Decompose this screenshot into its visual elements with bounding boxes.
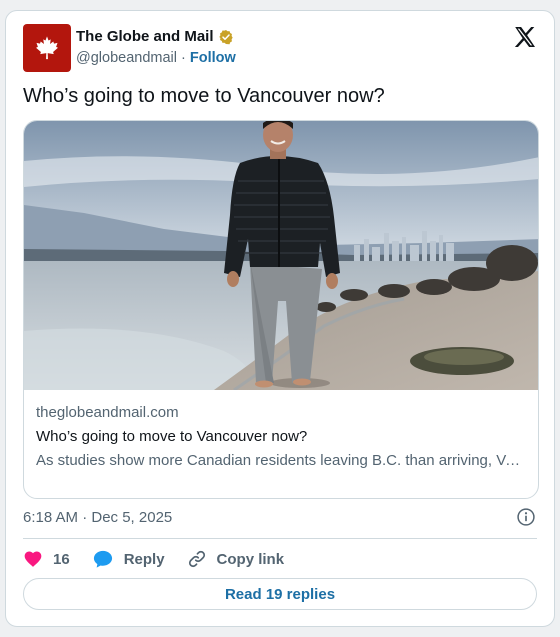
read-replies-button[interactable]: Read 19 replies [23,578,537,610]
link-icon [188,550,205,568]
tweet-timestamp[interactable]: 6:18 AM · Dec 5, 2025 [23,509,172,526]
maple-leaf-icon [36,36,58,60]
heart-icon [24,551,42,567]
like-count: 16 [53,550,70,568]
link-description-text: As studies show more Canadian residents … [36,452,526,469]
link-domain: theglobeandmail.com [36,404,179,421]
action-bar: 16 Reply Copy link [23,548,306,570]
verified-badge-icon [218,29,234,45]
reply-label: Reply [123,550,165,568]
info-icon[interactable] [516,507,536,532]
separator-dot: · [181,50,186,66]
account-name[interactable]: The Globe and Mail [76,28,214,45]
link-description: As studies show more Canadian residents … [36,451,526,471]
copy-link-label: Copy link [216,550,285,568]
link-title[interactable]: Who’s going to move to Vancouver now? [36,428,526,445]
follow-button[interactable]: Follow [190,50,236,66]
avatar[interactable] [23,24,71,72]
tweet-card: The Globe and Mail @globeandmail · Follo… [5,10,555,627]
account-handle[interactable]: @globeandmail [76,50,177,66]
copy-link-button[interactable]: Copy link [187,549,285,569]
reply-button[interactable]: Reply [92,549,165,569]
link-preview-image[interactable] [24,121,539,390]
divider [23,538,537,539]
x-logo-icon[interactable] [513,25,537,54]
speech-bubble-icon [93,550,112,568]
tweet-text: Who’s going to move to Vancouver now? [23,85,385,107]
link-preview-card[interactable]: theglobeandmail.com Who’s going to move … [23,120,539,499]
like-button[interactable]: 16 [23,549,70,569]
